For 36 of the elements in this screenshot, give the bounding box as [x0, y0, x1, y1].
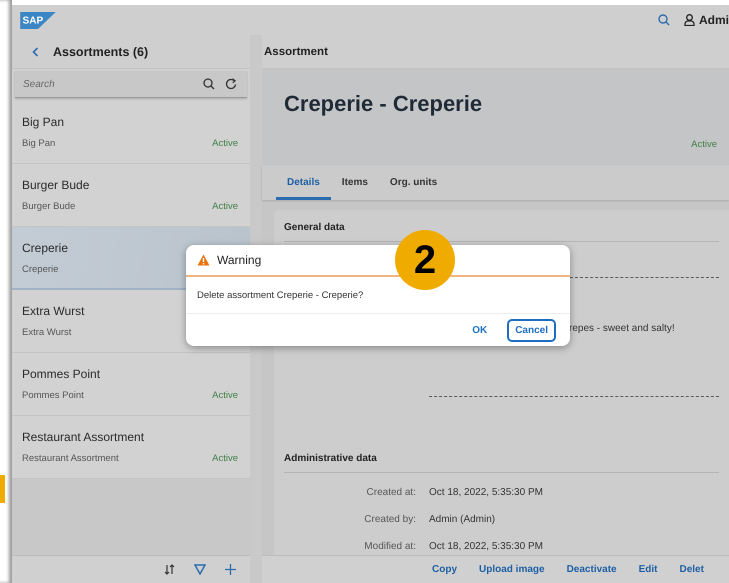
- cancel-button[interactable]: Cancel: [507, 318, 556, 342]
- tab[interactable]: Items: [330, 165, 379, 200]
- field-label: Created at:: [366, 487, 417, 498]
- object-title: Creperie - Creperie: [284, 91, 484, 117]
- field-label: Created by:: [363, 514, 417, 525]
- description-text: repes - sweet and salty!: [569, 323, 675, 334]
- highlight-marker: [0, 475, 5, 503]
- action-button[interactable]: Upload image: [479, 564, 545, 575]
- sap-logo: SAP: [20, 12, 56, 28]
- warning-icon: [197, 254, 210, 266]
- sort-icon[interactable]: [164, 564, 175, 575]
- filter-icon[interactable]: [194, 564, 206, 575]
- action-button[interactable]: Edit: [638, 564, 658, 575]
- ok-button[interactable]: OK: [464, 318, 496, 342]
- tab[interactable]: Org. units: [378, 165, 448, 200]
- tab[interactable]: Details: [276, 165, 331, 200]
- search-icon[interactable]: [203, 78, 215, 90]
- field-label: Modified at:: [363, 541, 417, 552]
- add-icon[interactable]: [225, 564, 236, 575]
- back-icon[interactable]: [32, 46, 39, 56]
- search-field[interactable]: Search: [23, 78, 193, 90]
- status-text: Active: [691, 139, 717, 150]
- list-title: Assortments (6): [53, 44, 148, 58]
- section-title: Administrative data: [284, 453, 719, 473]
- field-value: Oct 18, 2022, 5:35:30 PM: [429, 541, 543, 552]
- field-value: Oct 18, 2022, 5:35:30 PM: [429, 487, 543, 498]
- action-button[interactable]: Copy: [432, 564, 457, 575]
- refresh-icon[interactable]: [225, 78, 237, 90]
- page-title: Assortment: [264, 46, 328, 58]
- action-button[interactable]: Deactivate: [566, 564, 617, 575]
- search-bar[interactable]: Search: [15, 71, 247, 98]
- user-name[interactable]: Admi: [699, 13, 729, 27]
- field-value: Admin (Admin): [429, 514, 496, 525]
- search-icon[interactable]: [658, 14, 670, 26]
- user-icon[interactable]: [684, 14, 695, 26]
- action-button[interactable]: Delet: [680, 564, 704, 575]
